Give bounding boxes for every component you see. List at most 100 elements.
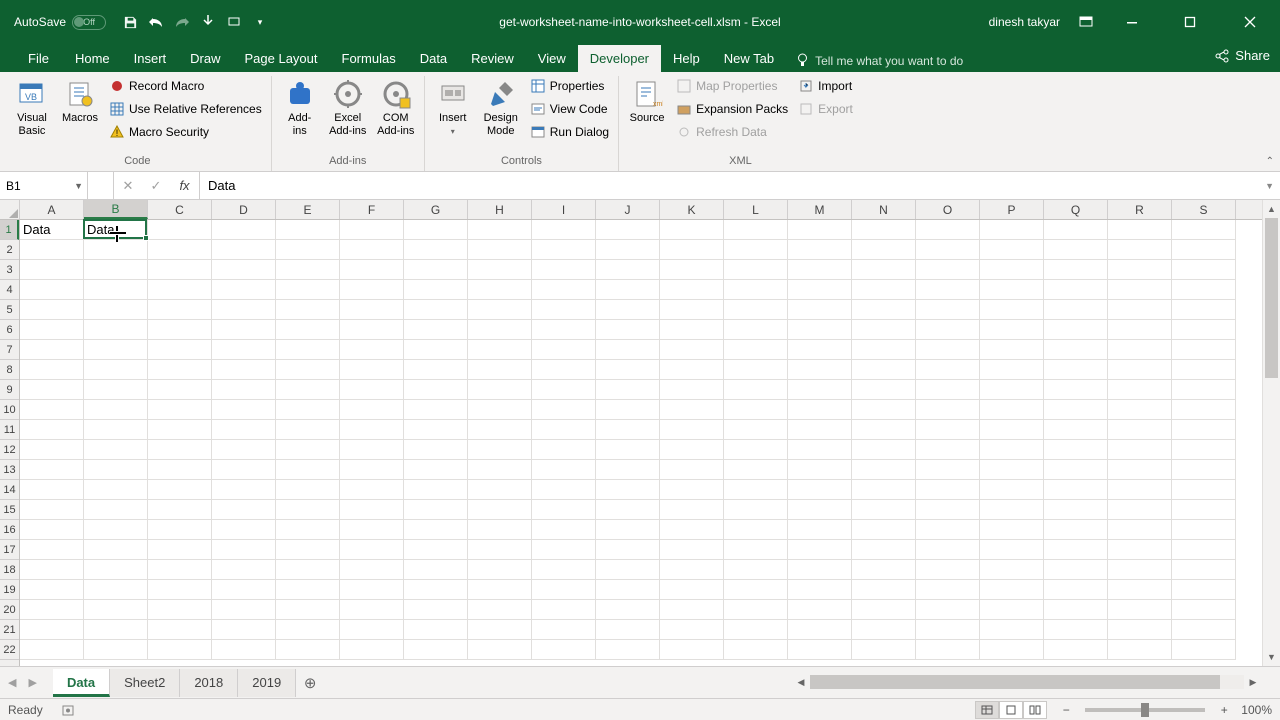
cell-K2[interactable] — [660, 240, 724, 260]
cell-L12[interactable] — [724, 440, 788, 460]
cell-P22[interactable] — [980, 640, 1044, 660]
expansion-packs-button[interactable]: Expansion Packs — [673, 99, 791, 119]
cell-N4[interactable] — [852, 280, 916, 300]
record-macro-button[interactable]: Record Macro — [106, 76, 265, 96]
cell-A5[interactable] — [20, 300, 84, 320]
cell-R17[interactable] — [1108, 540, 1172, 560]
cell-Q1[interactable] — [1044, 220, 1108, 240]
col-header-I[interactable]: I — [532, 200, 596, 219]
fx-button[interactable]: fx — [170, 172, 200, 199]
col-header-J[interactable]: J — [596, 200, 660, 219]
cell-M2[interactable] — [788, 240, 852, 260]
row-header-7[interactable]: 7 — [0, 340, 19, 360]
cell-C5[interactable] — [148, 300, 212, 320]
cell-A16[interactable] — [20, 520, 84, 540]
cell-H6[interactable] — [468, 320, 532, 340]
cell-F6[interactable] — [340, 320, 404, 340]
formula-input[interactable]: Data ▼ — [200, 172, 1280, 199]
cell-M10[interactable] — [788, 400, 852, 420]
cell-D1[interactable] — [212, 220, 276, 240]
page-break-view-button[interactable] — [1023, 701, 1047, 719]
cell-J2[interactable] — [596, 240, 660, 260]
cell-G8[interactable] — [404, 360, 468, 380]
cell-L2[interactable] — [724, 240, 788, 260]
user-name[interactable]: dinesh takyar — [989, 15, 1060, 29]
cell-L7[interactable] — [724, 340, 788, 360]
cell-M4[interactable] — [788, 280, 852, 300]
cell-O1[interactable] — [916, 220, 980, 240]
cell-I5[interactable] — [532, 300, 596, 320]
cell-P10[interactable] — [980, 400, 1044, 420]
cell-O16[interactable] — [916, 520, 980, 540]
cell-H5[interactable] — [468, 300, 532, 320]
row-header-14[interactable]: 14 — [0, 480, 19, 500]
save-icon[interactable] — [122, 14, 138, 30]
cell-I20[interactable] — [532, 600, 596, 620]
zoom-slider[interactable] — [1085, 708, 1205, 712]
cell-P12[interactable] — [980, 440, 1044, 460]
cell-Q9[interactable] — [1044, 380, 1108, 400]
cell-K19[interactable] — [660, 580, 724, 600]
cell-M17[interactable] — [788, 540, 852, 560]
cell-S20[interactable] — [1172, 600, 1236, 620]
cell-F12[interactable] — [340, 440, 404, 460]
col-header-G[interactable]: G — [404, 200, 468, 219]
row-header-18[interactable]: 18 — [0, 560, 19, 580]
cell-H3[interactable] — [468, 260, 532, 280]
cell-D3[interactable] — [212, 260, 276, 280]
row-header-16[interactable]: 16 — [0, 520, 19, 540]
cell-J21[interactable] — [596, 620, 660, 640]
cell-D22[interactable] — [212, 640, 276, 660]
cell-L4[interactable] — [724, 280, 788, 300]
cell-E9[interactable] — [276, 380, 340, 400]
col-header-P[interactable]: P — [980, 200, 1044, 219]
cell-P8[interactable] — [980, 360, 1044, 380]
cell-M6[interactable] — [788, 320, 852, 340]
vertical-scrollbar[interactable]: ▲ ▼ — [1262, 200, 1280, 666]
col-header-E[interactable]: E — [276, 200, 340, 219]
cell-F11[interactable] — [340, 420, 404, 440]
excel-addins-button[interactable]: Excel Add-ins — [326, 76, 370, 140]
cell-C19[interactable] — [148, 580, 212, 600]
tab-developer[interactable]: Developer — [578, 45, 661, 72]
cell-B2[interactable] — [84, 240, 148, 260]
cell-I22[interactable] — [532, 640, 596, 660]
cell-O20[interactable] — [916, 600, 980, 620]
cell-R22[interactable] — [1108, 640, 1172, 660]
cell-G13[interactable] — [404, 460, 468, 480]
insert-control-button[interactable]: Insert ▾ — [431, 76, 475, 139]
cell-R8[interactable] — [1108, 360, 1172, 380]
cell-K5[interactable] — [660, 300, 724, 320]
cell-D13[interactable] — [212, 460, 276, 480]
cell-O18[interactable] — [916, 560, 980, 580]
cell-H20[interactable] — [468, 600, 532, 620]
cell-L8[interactable] — [724, 360, 788, 380]
cell-J5[interactable] — [596, 300, 660, 320]
cell-R11[interactable] — [1108, 420, 1172, 440]
cell-S21[interactable] — [1172, 620, 1236, 640]
cell-P17[interactable] — [980, 540, 1044, 560]
cell-B22[interactable] — [84, 640, 148, 660]
row-header-3[interactable]: 3 — [0, 260, 19, 280]
cell-J18[interactable] — [596, 560, 660, 580]
cell-S14[interactable] — [1172, 480, 1236, 500]
sheet-tab-sheet2[interactable]: Sheet2 — [110, 669, 180, 697]
cell-E12[interactable] — [276, 440, 340, 460]
col-header-N[interactable]: N — [852, 200, 916, 219]
cell-S5[interactable] — [1172, 300, 1236, 320]
cell-S4[interactable] — [1172, 280, 1236, 300]
cell-F9[interactable] — [340, 380, 404, 400]
cell-P1[interactable] — [980, 220, 1044, 240]
zoom-out-button[interactable]: − — [1057, 703, 1075, 717]
cell-R20[interactable] — [1108, 600, 1172, 620]
scroll-up-icon[interactable]: ▲ — [1263, 200, 1280, 218]
cell-G22[interactable] — [404, 640, 468, 660]
cell-M20[interactable] — [788, 600, 852, 620]
cell-R10[interactable] — [1108, 400, 1172, 420]
cell-E16[interactable] — [276, 520, 340, 540]
cell-B10[interactable] — [84, 400, 148, 420]
cell-B21[interactable] — [84, 620, 148, 640]
cell-K16[interactable] — [660, 520, 724, 540]
cell-K18[interactable] — [660, 560, 724, 580]
cell-I12[interactable] — [532, 440, 596, 460]
